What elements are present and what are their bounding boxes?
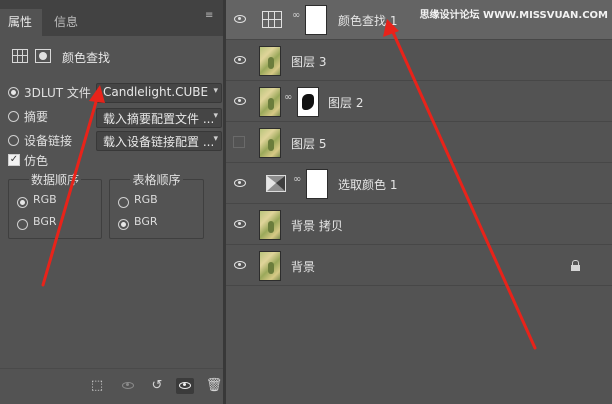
layer-row[interactable]: 背景 [226, 246, 612, 286]
tab-info[interactable]: 信息 [46, 9, 86, 36]
table-order-title-wrap: 表格顺序 [110, 171, 203, 188]
device-link-value: 载入设备链接配置 ... [103, 135, 213, 149]
clip-to-layer-icon[interactable]: ⬚ [88, 378, 106, 394]
eye-icon[interactable] [234, 179, 246, 187]
lock-icon [571, 260, 580, 271]
layer-row[interactable]: ∞ 选取颜色 1 [226, 164, 612, 204]
layer-name[interactable]: 背景 拷贝 [291, 217, 343, 234]
link-chain-icon[interactable]: ∞ [293, 175, 301, 192]
chevron-down-icon: ▾ [213, 111, 218, 121]
data-order-title: 数据顺序 [28, 173, 81, 187]
data-order-rgb-label: RGB [33, 193, 57, 206]
tab-bar: 属性 信息 ≡ [0, 0, 223, 36]
option-3dlut-label: 3DLUT 文件 [24, 86, 91, 100]
properties-panel: 属性 信息 ≡ 颜色查找 3DLUT 文件 Candlelight.CUBE ▾… [0, 0, 223, 404]
layer-mask-thumbnail[interactable] [305, 5, 327, 35]
toggle-visibility-icon[interactable] [176, 378, 194, 394]
table-order-group: 表格顺序 RGB BGR [109, 173, 204, 239]
table-order-rgb-label: RGB [134, 193, 158, 206]
table-order-title: 表格顺序 [130, 173, 183, 187]
radio-data-rgb[interactable] [17, 197, 28, 208]
lut-layer-icon [262, 11, 282, 28]
watermark-text: 思缘设计论坛 WWW.MISSVUAN.COM [419, 10, 608, 21]
table-order-bgr-label: BGR [134, 215, 158, 228]
radio-3dlut[interactable] [8, 87, 19, 98]
visibility-toggle[interactable] [226, 0, 252, 40]
eye-icon[interactable] [234, 56, 246, 64]
layer-thumbnail[interactable] [259, 87, 281, 117]
visibility-toggle[interactable] [226, 205, 252, 245]
device-link-select[interactable]: 载入设备链接配置 ... ▾ [96, 131, 222, 151]
chevron-down-icon: ▾ [213, 134, 218, 144]
lut-file-select[interactable]: Candlelight.CUBE ▾ [96, 83, 222, 103]
eye-icon[interactable] [234, 97, 246, 105]
lut-file-value: Candlelight.CUBE [103, 85, 209, 99]
selective-color-icon [266, 175, 286, 192]
layer-name[interactable]: 图层 3 [291, 53, 326, 70]
layer-name[interactable]: 选取颜色 1 [338, 176, 397, 193]
layers-panel: ∞ 颜色查找 1 思缘设计论坛 WWW.MISSVUAN.COM 图层 3 ∞ … [226, 0, 612, 404]
layer-row[interactable]: 背景 拷贝 [226, 205, 612, 245]
view-previous-glyph [122, 382, 134, 389]
view-previous-icon[interactable] [119, 378, 137, 394]
visibility-toggle[interactable] [226, 82, 252, 122]
layer-row[interactable]: ∞ 图层 2 [226, 82, 612, 122]
chevron-down-icon: ▾ [213, 86, 218, 96]
panel-menu-icon[interactable]: ≡ [205, 10, 213, 21]
visibility-toggle[interactable] [226, 246, 252, 286]
dither-checkbox[interactable]: ✓ [8, 154, 20, 166]
abstract-select[interactable]: 载入摘要配置文件 ... ▾ [96, 108, 222, 128]
link-chain-icon[interactable]: ∞ [284, 93, 292, 110]
visibility-toggle[interactable] [226, 164, 252, 204]
adjustment-title: 颜色查找 [62, 51, 111, 65]
layer-mask-thumbnail[interactable] [297, 87, 319, 117]
layer-row[interactable]: 图层 3 [226, 41, 612, 81]
layer-thumbnail[interactable] [259, 210, 281, 240]
mask-icon[interactable] [35, 49, 51, 63]
layer-mask-thumbnail[interactable] [306, 169, 328, 199]
eye-icon[interactable] [234, 261, 246, 269]
layer-row[interactable]: ∞ 颜色查找 1 思缘设计论坛 WWW.MISSVUAN.COM [226, 0, 612, 40]
radio-table-bgr[interactable] [118, 219, 129, 230]
data-order-title-wrap: 数据顺序 [9, 171, 101, 188]
hidden-visibility-icon[interactable] [233, 136, 245, 148]
tab-properties[interactable]: 属性 [0, 9, 42, 36]
layer-name[interactable]: 图层 5 [291, 135, 326, 152]
radio-data-bgr[interactable] [17, 219, 28, 230]
option-device-link-label: 设备链接 [24, 134, 73, 148]
link-chain-icon[interactable]: ∞ [292, 11, 300, 28]
data-order-bgr-label: BGR [33, 215, 57, 228]
properties-bottom-bar: ⬚ ↺ 🗑 [0, 368, 223, 404]
dither-label: 仿色 [24, 154, 49, 168]
toggle-visibility-glyph [179, 382, 191, 389]
visibility-toggle[interactable] [226, 41, 252, 81]
layer-name[interactable]: 背景 [291, 258, 315, 275]
eye-icon[interactable] [234, 220, 246, 228]
option-abstract-label: 摘要 [24, 110, 49, 124]
visibility-toggle[interactable] [226, 123, 252, 163]
radio-device-link[interactable] [8, 135, 19, 146]
reset-icon[interactable]: ↺ [148, 378, 166, 394]
data-order-group: 数据顺序 RGB BGR [8, 173, 102, 239]
delete-icon[interactable]: 🗑 [205, 378, 223, 394]
layer-thumbnail[interactable] [259, 251, 281, 281]
radio-abstract[interactable] [8, 111, 19, 122]
lut-adjustment-icon[interactable] [12, 49, 28, 63]
layer-name[interactable]: 颜色查找 1 [338, 12, 397, 29]
abstract-value: 载入摘要配置文件 ... [103, 112, 213, 126]
layer-name[interactable]: 图层 2 [328, 94, 363, 111]
layer-row[interactable]: 图层 5 [226, 123, 612, 163]
layer-thumbnail[interactable] [259, 46, 281, 76]
layer-thumbnail[interactable] [259, 128, 281, 158]
radio-table-rgb[interactable] [118, 197, 129, 208]
eye-icon[interactable] [234, 15, 246, 23]
